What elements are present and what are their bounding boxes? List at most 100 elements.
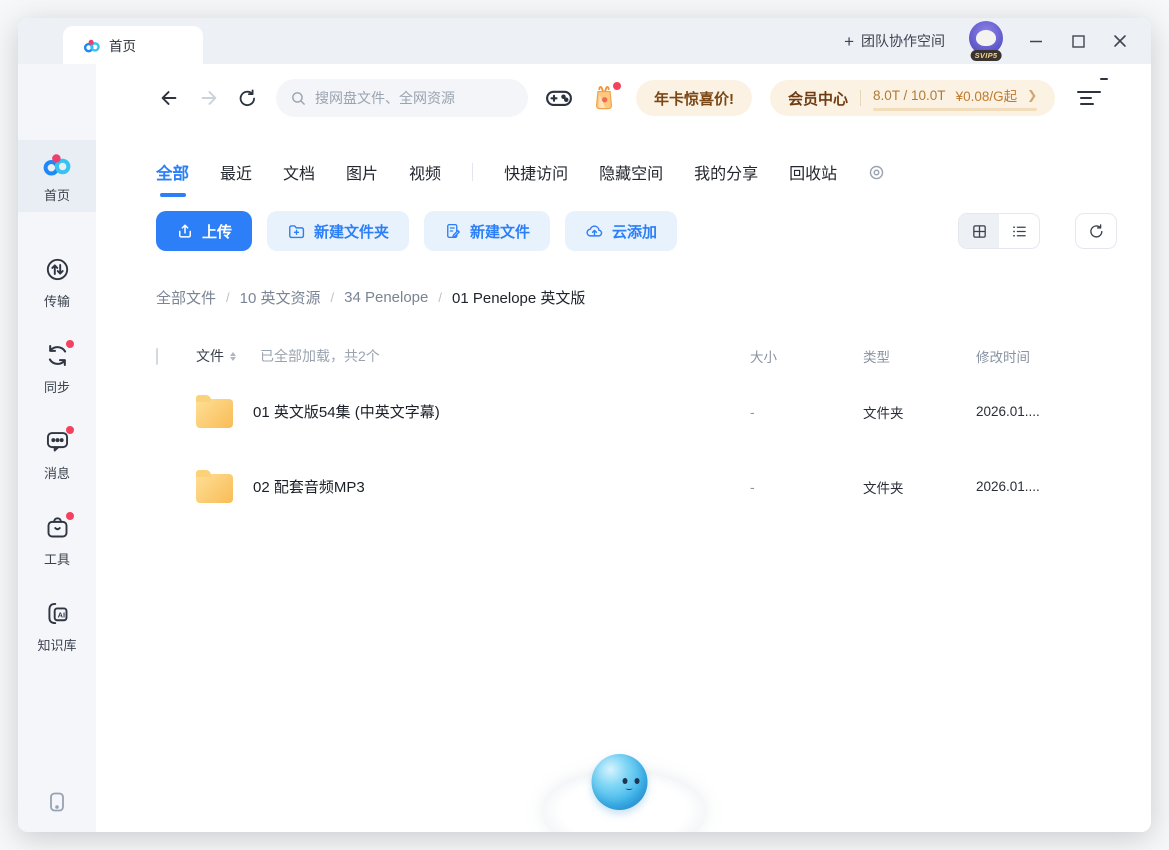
tab-recent[interactable]: 最近 <box>220 160 252 184</box>
search-input[interactable] <box>315 90 495 106</box>
tab-title: 首页 <box>109 35 136 55</box>
file-row-1[interactable]: 01 英文版54集 (中英文字幕) - 文件夹 2026.01.... <box>156 374 1136 449</box>
home-logo-icon <box>42 149 72 179</box>
transfer-icon <box>42 255 72 285</box>
tabs-more-icon[interactable] <box>868 164 885 181</box>
sidebar-item-messages[interactable]: 消息 <box>18 418 96 490</box>
tools-notification-dot <box>66 512 74 520</box>
list-view-button[interactable] <box>999 214 1039 248</box>
upload-label: 上传 <box>202 221 232 242</box>
browser-toolbar: 年卡惊喜价! 会员中心 8.0T / 10.0T ¥0.08/G起 ❯ <box>156 78 1117 118</box>
tab-pictures[interactable]: 图片 <box>346 160 378 184</box>
gift-notification-dot <box>613 82 621 90</box>
plus-icon: + <box>844 33 854 50</box>
chevron-right-icon: ❯ <box>1027 88 1037 102</box>
breadcrumb-root[interactable]: 全部文件 <box>156 287 216 308</box>
vip-label: 会员中心 <box>788 88 848 109</box>
sidebar-label-transfer: 传输 <box>44 291 70 310</box>
main-menu-icon[interactable] <box>1077 87 1103 109</box>
tab-videos[interactable]: 视频 <box>409 160 441 184</box>
file-row-2[interactable]: 02 配套音频MP3 - 文件夹 2026.01.... <box>156 449 1136 524</box>
app-logo-icon <box>83 37 100 54</box>
storage-usage: 8.0T / 10.0T <box>873 88 946 103</box>
file-table-header: 文件 已全部加载，共2个 大小 类型 修改时间 <box>156 338 1136 374</box>
new-folder-button[interactable]: 新建文件夹 <box>267 211 409 251</box>
sync-notification-dot <box>66 340 74 348</box>
action-bar: 上传 新建文件夹 <box>156 211 1117 251</box>
sidebar-label-tools: 工具 <box>44 549 70 568</box>
sidebar-item-sync[interactable]: 同步 <box>18 332 96 404</box>
user-avatar[interactable]: SVIP5 <box>969 21 1003 61</box>
games-icon[interactable] <box>544 85 574 111</box>
breadcrumb-folder-1[interactable]: 10 英文资源 <box>240 287 321 308</box>
sidebar-label-home: 首页 <box>44 185 70 204</box>
file-type: 文件夹 <box>863 402 976 422</box>
tab-my-shares[interactable]: 我的分享 <box>694 160 758 184</box>
search-box[interactable] <box>276 79 528 117</box>
vip-center[interactable]: 会员中心 8.0T / 10.0T ¥0.08/G起 ❯ <box>770 80 1055 116</box>
file-modified: 2026.01.... <box>976 404 1136 419</box>
grid-view-button[interactable] <box>959 214 999 248</box>
upload-button[interactable]: 上传 <box>156 211 252 251</box>
menu-notification-dot <box>1100 78 1108 80</box>
page-refresh-button[interactable] <box>234 88 260 109</box>
storage-price: ¥0.08/G起 <box>956 85 1018 105</box>
column-header-modified[interactable]: 修改时间 <box>976 346 1136 366</box>
team-space-label: 团队协作空间 <box>861 31 945 51</box>
tabs-divider <box>472 163 473 181</box>
gift-icon[interactable] <box>590 84 618 112</box>
folder-icon <box>196 474 233 503</box>
file-size: - <box>750 404 863 420</box>
close-button[interactable] <box>1111 32 1129 50</box>
tools-icon <box>42 513 72 543</box>
sidebar-label-sync: 同步 <box>44 377 70 396</box>
sidebar-item-tools[interactable]: 工具 <box>18 504 96 576</box>
storage-meter: 8.0T / 10.0T ¥0.08/G起 ❯ <box>873 85 1037 111</box>
tab-recycle-bin[interactable]: 回收站 <box>789 160 837 184</box>
upload-icon <box>176 222 194 240</box>
svg-text:AI: AI <box>57 610 64 619</box>
minimize-button[interactable] <box>1027 32 1045 50</box>
file-modified: 2026.01.... <box>976 479 1136 494</box>
list-refresh-button[interactable] <box>1075 213 1117 249</box>
tab-all[interactable]: 全部 <box>156 160 189 184</box>
main-panel: 年卡惊喜价! 会员中心 8.0T / 10.0T ¥0.08/G起 ❯ <box>96 64 1151 832</box>
back-button[interactable] <box>156 87 182 109</box>
select-all-checkbox[interactable] <box>156 348 158 365</box>
breadcrumb-folder-2[interactable]: 34 Penelope <box>344 289 428 306</box>
tab-quick-access[interactable]: 快捷访问 <box>504 160 568 184</box>
cloud-add-button[interactable]: 云添加 <box>565 211 677 251</box>
ai-assistant-mascot[interactable] <box>539 746 709 832</box>
file-name[interactable]: 01 英文版54集 (中英文字幕) <box>253 401 440 422</box>
sidebar-item-home[interactable]: 首页 <box>18 140 96 212</box>
file-name[interactable]: 02 配套音频MP3 <box>253 476 365 497</box>
breadcrumb: 全部文件 / 10 英文资源 / 34 Penelope / 01 Penelo… <box>156 287 1117 308</box>
sidebar-item-transfer[interactable]: 传输 <box>18 246 96 318</box>
promo-label: 年卡惊喜价! <box>654 88 734 109</box>
new-file-button[interactable]: 新建文件 <box>424 211 550 251</box>
maximize-button[interactable] <box>1069 32 1087 50</box>
sidebar: 首页 传输 <box>18 64 96 832</box>
loaded-status: 已全部加载，共2个 <box>260 346 380 366</box>
mascot-ball <box>591 754 647 810</box>
column-header-name[interactable]: 文件 <box>196 346 224 366</box>
sidebar-label-messages: 消息 <box>44 463 70 482</box>
tab-home[interactable]: 首页 <box>63 26 203 64</box>
new-file-icon <box>444 222 462 240</box>
team-space-button[interactable]: + 团队协作空间 <box>844 31 945 51</box>
new-file-label: 新建文件 <box>470 221 530 242</box>
tab-documents[interactable]: 文档 <box>283 160 315 184</box>
column-header-type[interactable]: 类型 <box>863 346 976 366</box>
column-header-size[interactable]: 大小 <box>750 346 863 366</box>
mobile-app-icon[interactable] <box>45 790 69 814</box>
tab-hidden-space[interactable]: 隐藏空间 <box>599 160 663 184</box>
category-tabs: 全部 最近 文档 图片 视频 快捷访问 隐藏空间 我的分享 回收站 <box>156 160 1117 184</box>
forward-button[interactable] <box>196 87 222 109</box>
knowledge-ai-icon: AI <box>42 599 72 629</box>
new-folder-label: 新建文件夹 <box>314 221 389 242</box>
sort-icon[interactable] <box>230 352 236 361</box>
promo-banner[interactable]: 年卡惊喜价! <box>636 80 752 116</box>
cloud-add-label: 云添加 <box>612 221 657 242</box>
sidebar-label-knowledge: 知识库 <box>37 635 76 654</box>
sidebar-item-knowledge[interactable]: AI 知识库 <box>18 590 96 662</box>
